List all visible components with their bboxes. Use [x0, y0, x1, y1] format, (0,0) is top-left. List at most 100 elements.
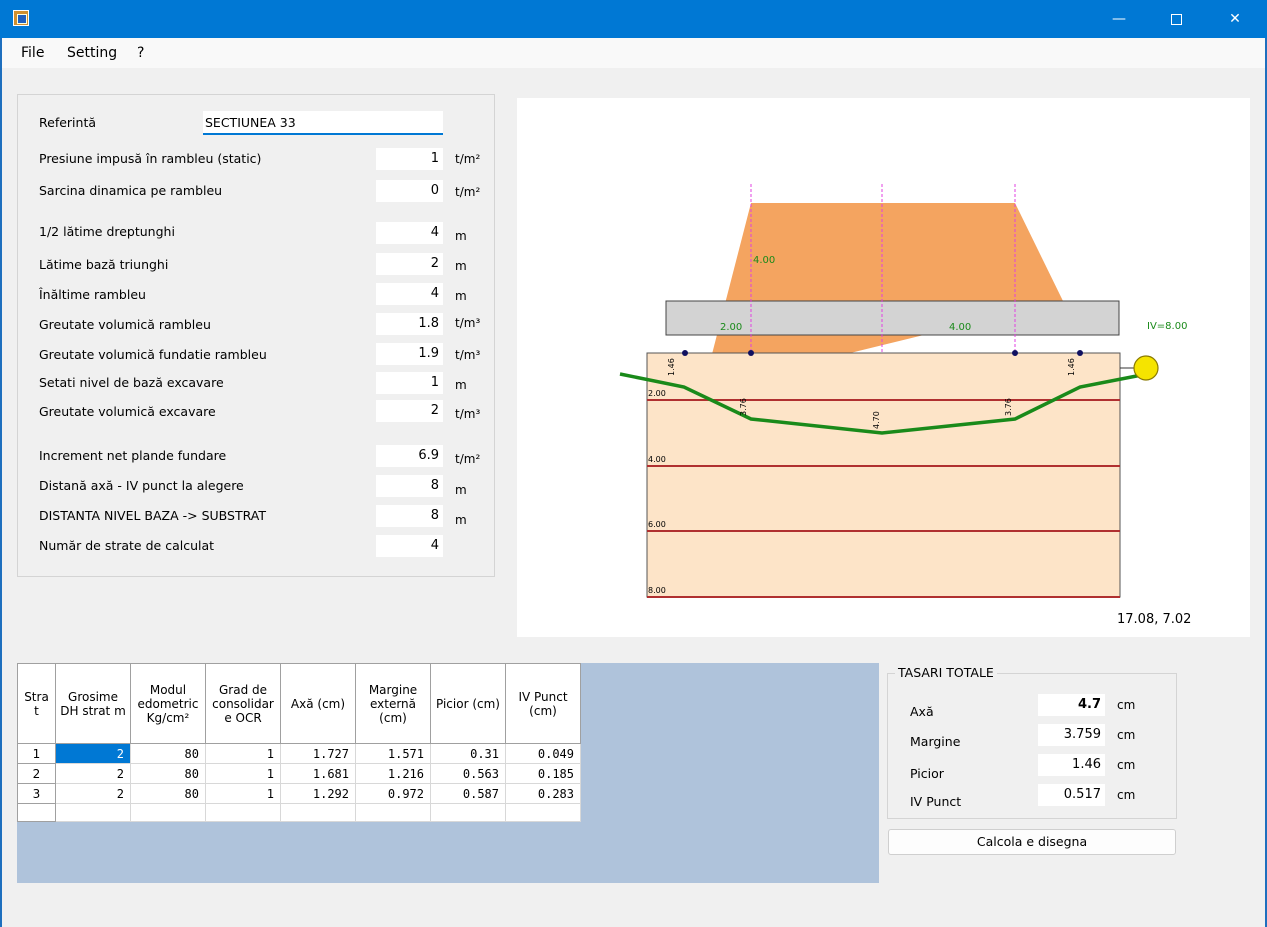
- row-header[interactable]: 2: [17, 763, 56, 784]
- table-cell[interactable]: 2: [55, 743, 131, 764]
- totals-title: TASARI TOTALE: [895, 665, 997, 680]
- param-input[interactable]: 1: [376, 372, 443, 394]
- depth-label: 4.00: [648, 455, 666, 464]
- column-header[interactable]: Axă (cm): [280, 663, 356, 744]
- soil-profile: [646, 352, 1121, 598]
- table-cell[interactable]: 1.216: [355, 763, 431, 784]
- param-unit: t/m²: [455, 185, 481, 199]
- total-value-foot[interactable]: 1.46: [1038, 754, 1105, 776]
- param-label: Lătime bază triunghi: [39, 257, 169, 272]
- table-cell[interactable]: 2: [55, 763, 131, 784]
- depth-label: 6.00: [648, 520, 666, 529]
- column-header[interactable]: Stra t: [17, 663, 56, 744]
- table-cell[interactable]: 0.587: [430, 783, 506, 804]
- table-cell[interactable]: 0.563: [430, 763, 506, 784]
- param-input[interactable]: 4: [376, 283, 443, 305]
- column-header[interactable]: Margine externă (cm): [355, 663, 431, 744]
- column-header[interactable]: Picior (cm): [430, 663, 506, 744]
- table-cell[interactable]: 1: [205, 763, 281, 784]
- maximize-button[interactable]: [1153, 0, 1199, 38]
- table-cell[interactable]: 0.283: [505, 783, 581, 804]
- param-input[interactable]: 1: [376, 148, 443, 170]
- table-row[interactable]: 2 2 80 1 1.681 1.216 0.563 0.185: [17, 763, 581, 784]
- param-label: Presiune impusă în rambleu (static): [39, 151, 262, 166]
- param-input[interactable]: 8: [376, 505, 443, 527]
- column-header[interactable]: Grosime DH strat m: [55, 663, 131, 744]
- table-cell[interactable]: 0.31: [430, 743, 506, 764]
- row-header[interactable]: 1: [17, 743, 56, 764]
- param-input[interactable]: 4: [376, 222, 443, 244]
- table-cell[interactable]: [280, 803, 356, 822]
- table-cell[interactable]: [355, 803, 431, 822]
- menu-setting[interactable]: Setting: [67, 45, 117, 61]
- table-cell[interactable]: 80: [130, 783, 206, 804]
- param-unit: t/m²: [455, 452, 481, 466]
- total-unit: cm: [1117, 728, 1136, 742]
- table-cell[interactable]: 80: [130, 763, 206, 784]
- parameters-panel: Referintă SECTIUNEA 33 Presiune impusă î…: [17, 94, 495, 577]
- minimize-button[interactable]: —: [1096, 0, 1142, 38]
- param-unit: m: [455, 259, 467, 273]
- param-input[interactable]: 6.9: [376, 445, 443, 467]
- param-unit: m: [455, 229, 467, 243]
- table-cell[interactable]: 1: [205, 783, 281, 804]
- settlement-label: 3.76: [739, 398, 748, 416]
- param-label: Distană axă - IV punct la alegere: [39, 478, 244, 493]
- reference-input[interactable]: SECTIUNEA 33: [203, 111, 443, 135]
- menu-help[interactable]: ?: [137, 45, 144, 61]
- total-unit: cm: [1117, 788, 1136, 802]
- table-cell[interactable]: [205, 803, 281, 822]
- height-label: 4.00: [753, 255, 775, 266]
- table-cell[interactable]: 1.681: [280, 763, 356, 784]
- param-unit: t/m²: [455, 152, 481, 166]
- settlement-label: 3.76: [1004, 398, 1013, 416]
- calculate-draw-button[interactable]: Calcola e disegna: [888, 829, 1176, 855]
- param-input[interactable]: 4: [376, 535, 443, 557]
- new-row[interactable]: [17, 803, 581, 822]
- param-label: 1/2 lătime dreptunghi: [39, 224, 175, 239]
- results-grid[interactable]: Stra t Grosime DH strat m Modul edometri…: [17, 663, 879, 883]
- table-cell[interactable]: 2: [55, 783, 131, 804]
- menu-file[interactable]: File: [21, 45, 44, 61]
- table-cell[interactable]: 1.292: [280, 783, 356, 804]
- row-header[interactable]: 3: [17, 783, 56, 804]
- total-unit: cm: [1117, 698, 1136, 712]
- param-input[interactable]: 8: [376, 475, 443, 497]
- column-header[interactable]: IV Punct (cm): [505, 663, 581, 744]
- table-cell[interactable]: 1.571: [355, 743, 431, 764]
- depth-label: 8.00: [648, 586, 666, 595]
- table-row[interactable]: 3 2 80 1 1.292 0.972 0.587 0.283: [17, 783, 581, 804]
- param-input[interactable]: 1.8: [376, 313, 443, 335]
- table-cell[interactable]: 0.185: [505, 763, 581, 784]
- param-label: DISTANTA NIVEL BAZA -> SUBSTRAT: [39, 508, 267, 523]
- table-cell[interactable]: 0.972: [355, 783, 431, 804]
- point-marker: [1077, 350, 1083, 356]
- param-unit: m: [455, 513, 467, 527]
- param-input[interactable]: 1.9: [376, 343, 443, 365]
- table-cell[interactable]: 80: [130, 743, 206, 764]
- table-cell[interactable]: 0.049: [505, 743, 581, 764]
- table-cell[interactable]: [130, 803, 206, 822]
- param-unit: m: [455, 378, 467, 392]
- total-value-margin[interactable]: 3.759: [1038, 724, 1105, 746]
- column-header[interactable]: Grad de consolidar e OCR: [205, 663, 281, 744]
- table-cell[interactable]: [505, 803, 581, 822]
- row-header[interactable]: [17, 803, 56, 822]
- param-input[interactable]: 0: [376, 180, 443, 202]
- table-cell[interactable]: 1: [205, 743, 281, 764]
- table-cell[interactable]: 1.727: [280, 743, 356, 764]
- point-marker: [748, 350, 754, 356]
- param-unit: t/m³: [455, 348, 481, 362]
- column-header[interactable]: Modul edometric Kg/cm²: [130, 663, 206, 744]
- param-input[interactable]: 2: [376, 400, 443, 422]
- total-value-axis[interactable]: 4.7: [1038, 694, 1105, 716]
- table-cell[interactable]: [55, 803, 131, 822]
- section-drawing[interactable]: 4.00 2.00 4.00 IV=8.00 2.00 4.00 6.00 8.…: [517, 98, 1250, 637]
- point-marker: [682, 350, 688, 356]
- table-cell[interactable]: [430, 803, 506, 822]
- total-value-iv-point[interactable]: 0.517: [1038, 784, 1105, 806]
- table-row[interactable]: 1 2 80 1 1.727 1.571 0.31 0.049: [17, 743, 581, 764]
- title-bar: — ✕: [0, 0, 1267, 38]
- param-input[interactable]: 2: [376, 253, 443, 275]
- close-button[interactable]: ✕: [1212, 0, 1258, 38]
